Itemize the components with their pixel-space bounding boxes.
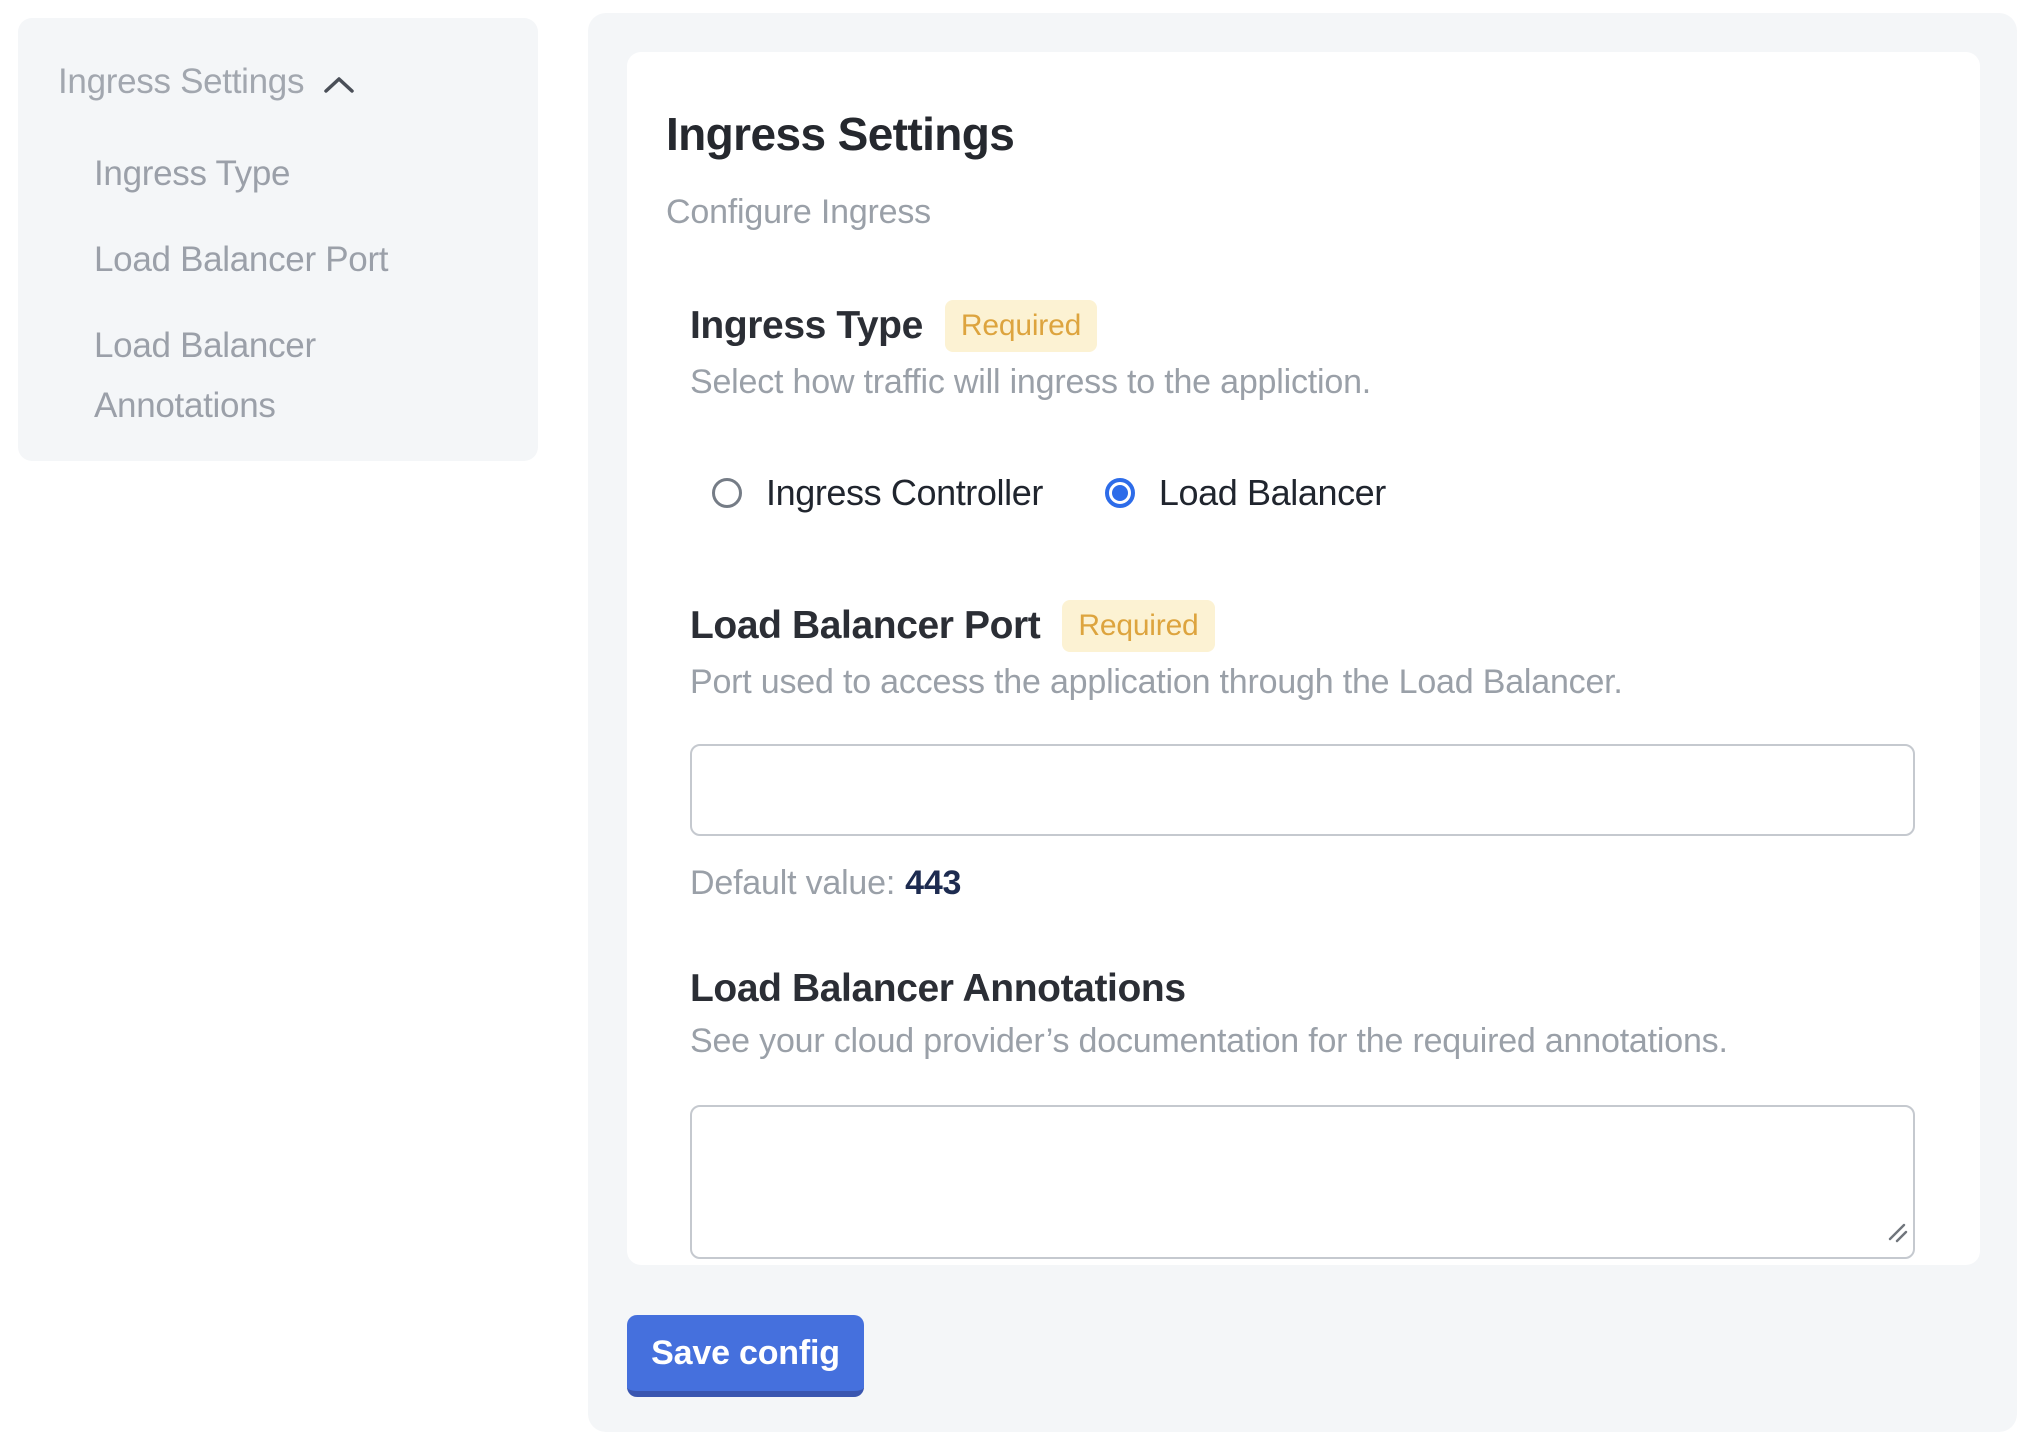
radio-selected-icon[interactable] <box>1105 478 1135 508</box>
page-subtitle: Configure Ingress <box>666 193 1980 232</box>
radio-unselected-icon[interactable] <box>712 478 742 508</box>
sidebar-item-ingress-type[interactable]: Ingress Type <box>94 144 424 204</box>
annotations-textarea[interactable] <box>690 1105 1915 1259</box>
field-description-load-balancer-port: Port used to access the application thro… <box>690 662 1915 702</box>
field-label-ingress-type: Ingress Type <box>690 304 923 348</box>
settings-panel: Ingress Settings Configure Ingress Ingre… <box>588 13 2017 1432</box>
sidebar-item-load-balancer-annotations[interactable]: Load Balancer Annotations <box>94 316 424 436</box>
chevron-up-icon <box>322 74 356 96</box>
sidebar-item-load-balancer-port[interactable]: Load Balancer Port <box>94 230 424 290</box>
sidebar: Ingress Settings Ingress Type Load Balan… <box>18 18 538 461</box>
default-value-line: Default value: 443 <box>690 864 1915 903</box>
sidebar-nav: Ingress Type Load Balancer Port Load Bal… <box>58 144 502 436</box>
sidebar-group-ingress-settings[interactable]: Ingress Settings <box>58 62 502 102</box>
field-ingress-type: Ingress Type Required Select how traffic… <box>690 300 1915 514</box>
settings-card: Ingress Settings Configure Ingress Ingre… <box>627 52 1980 1265</box>
load-balancer-port-input[interactable] <box>690 744 1915 836</box>
page: Ingress Settings Ingress Type Load Balan… <box>0 0 2036 1452</box>
radio-label-ingress-controller: Ingress Controller <box>766 472 1043 514</box>
sidebar-group-label: Ingress Settings <box>58 62 304 102</box>
radio-label-load-balancer: Load Balancer <box>1159 472 1386 514</box>
page-title: Ingress Settings <box>666 107 1980 161</box>
radio-option-ingress-controller[interactable]: Ingress Controller <box>712 472 1043 514</box>
field-load-balancer-port: Load Balancer Port Required Port used to… <box>690 600 1915 903</box>
field-description-ingress-type: Select how traffic will ingress to the a… <box>690 362 1915 402</box>
fields: Ingress Type Required Select how traffic… <box>690 300 1915 1259</box>
save-config-button[interactable]: Save config <box>627 1315 864 1397</box>
field-load-balancer-annotations: Load Balancer Annotations See your cloud… <box>690 967 1915 1259</box>
required-badge: Required <box>1062 600 1214 652</box>
resize-grip-icon[interactable] <box>1887 1222 1909 1249</box>
default-value: 443 <box>905 864 961 902</box>
field-description-load-balancer-annotations: See your cloud provider’s documentation … <box>690 1021 1915 1061</box>
ingress-type-radio-group: Ingress Controller Load Balancer <box>712 472 1915 514</box>
field-label-load-balancer-annotations: Load Balancer Annotations <box>690 967 1186 1011</box>
field-label-load-balancer-port: Load Balancer Port <box>690 604 1040 648</box>
radio-option-load-balancer[interactable]: Load Balancer <box>1105 472 1386 514</box>
required-badge: Required <box>945 300 1097 352</box>
default-value-label: Default value: <box>690 864 895 902</box>
annotations-textarea-wrap <box>690 1105 1915 1259</box>
